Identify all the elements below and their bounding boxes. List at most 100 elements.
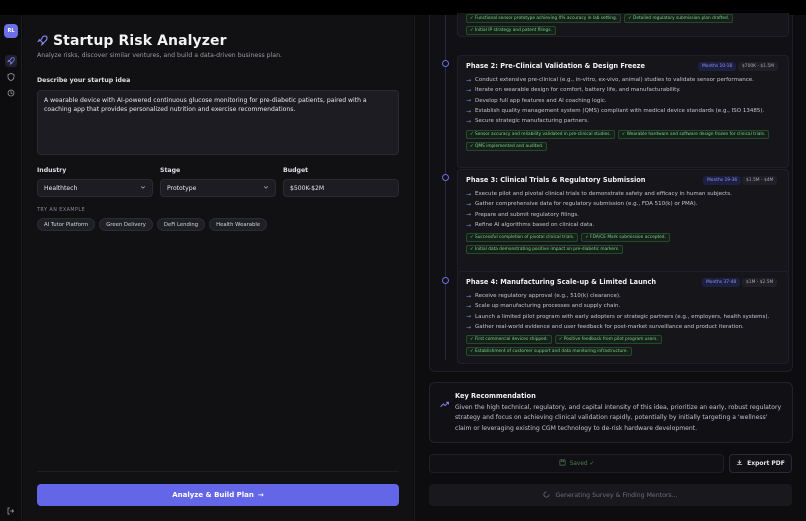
roadmap-timeline: ✓ Functional sensor prototype achieving … — [429, 13, 793, 372]
analyze-button[interactable]: Analyze & Build Plan → — [37, 484, 399, 506]
milestone-badge: ✓ Successful completion of pivotal clini… — [466, 233, 579, 242]
avatar[interactable]: RL — [4, 24, 18, 38]
arrow-right-icon: → — [466, 97, 472, 105]
action-item: → Launch a limited pilot program with ear… — [466, 312, 769, 322]
example-chip[interactable]: AI Tutor Platform — [37, 218, 96, 231]
action-text: Gather real-world evidence and user feed… — [475, 324, 744, 331]
action-list: → Execute pilot and pivotal clinical tria… — [466, 189, 732, 230]
action-text: Prepare and submit regulatory filings. — [475, 211, 579, 218]
chevron-down-icon — [263, 184, 269, 192]
phase-card: Phase 3: Clinical Trials & Regulatory Su… — [457, 169, 789, 275]
rocket-icon — [37, 31, 48, 50]
timeline-dot — [442, 277, 449, 284]
stage-value: Prototype — [167, 184, 197, 192]
action-item: → Conduct extensive pre-clinical (e.g., i… — [466, 75, 764, 85]
industry-value: Healthtech — [44, 184, 78, 192]
milestone-list: ✓ Successful completion of pivotal clini… — [466, 233, 782, 254]
action-list: → Receive regulatory approval (e.g., 510(… — [466, 291, 769, 332]
industry-label: Industry — [37, 167, 67, 174]
milestone-badge: ✓ First commercial devices shipped. — [466, 335, 552, 344]
months-badge: Months 37-48 — [702, 278, 741, 287]
sidebar-rail: RL — [0, 15, 22, 521]
arrow-right-icon: → — [466, 190, 472, 198]
analyze-label: Analyze & Build Plan — [172, 491, 254, 499]
budget-input[interactable]: $500K-$2M — [283, 179, 399, 197]
milestone-badge: ✓ Sensor accuracy and reliability valida… — [466, 130, 615, 139]
arrow-right-icon: → — [466, 86, 472, 94]
action-text: Refine AI algorithms based on clinical d… — [475, 222, 595, 229]
example-chip[interactable]: Health Wearable — [209, 218, 268, 231]
idea-label: Describe your startup idea — [37, 77, 131, 84]
stage-select[interactable]: Prototype — [160, 179, 276, 197]
milestone-badge: ✓ Functional sensor prototype achieving … — [466, 14, 622, 23]
phase-title: Phase 2: Pre-Clinical Validation & Desig… — [466, 62, 645, 70]
milestone-list: ✓ Functional sensor prototype achieving … — [466, 14, 782, 35]
idea-textarea[interactable]: A wearable device with AI-powered contin… — [37, 90, 399, 155]
arrow-right-icon: → — [466, 117, 472, 125]
save-icon — [559, 459, 566, 468]
milestone-badge: ✓ Initial IP strategy and patent filings… — [466, 26, 556, 35]
action-text: Establish quality management system (QMS… — [475, 108, 765, 115]
logout-icon[interactable] — [5, 505, 17, 517]
arrow-right-icon: → — [466, 323, 472, 331]
action-item: → Scale up manufacturing processes and su… — [466, 301, 769, 311]
budget-badge: $700K - $1.5M — [738, 62, 778, 71]
shield-icon[interactable] — [5, 71, 17, 83]
action-text: Iterate on wearable design for comfort, … — [475, 87, 681, 94]
phase-card: Phase 4: Manufacturing Scale-up & Limite… — [457, 271, 789, 364]
action-item: → Execute pilot and pivotal clinical tria… — [466, 189, 732, 199]
budget-badge: $1M - $2.5M — [742, 278, 778, 287]
milestone-badge: ✓ FDA/CE Mark submission accepted. — [581, 233, 670, 242]
recommendation-text: Given the high technical, regulatory, an… — [455, 404, 782, 432]
export-label: Export PDF — [747, 460, 785, 467]
arrow-right-icon: → — [466, 76, 472, 84]
action-text: Develop full app features and AI coachin… — [475, 97, 607, 104]
milestone-list: ✓ Sensor accuracy and reliability valida… — [466, 130, 782, 151]
action-item: → Prepare and submit regulatory filings. — [466, 210, 732, 220]
action-text: Conduct extensive pre-clinical (e.g., in… — [475, 77, 754, 84]
arrow-right-icon: → — [466, 211, 472, 219]
spinner-icon — [543, 490, 550, 500]
arrow-right-icon: → — [466, 200, 472, 208]
rocket-icon[interactable] — [5, 55, 17, 67]
phase-title: Phase 4: Manufacturing Scale-up & Limite… — [466, 278, 657, 286]
export-pdf-button[interactable]: Export PDF — [729, 454, 792, 473]
action-item: → Gather real-world evidence and user fee… — [466, 322, 769, 332]
action-text: Secure strategic manufacturing partners. — [475, 118, 589, 125]
action-item: → Iterate on wearable design for comfort,… — [466, 85, 764, 95]
action-item: → Develop full app features and AI coachi… — [466, 96, 764, 106]
arrow-right-icon: → — [466, 302, 472, 310]
budget-label: Budget — [283, 167, 309, 174]
industry-select[interactable]: Healthtech — [37, 179, 153, 197]
action-item: → Secure strategic manufacturing partners… — [466, 116, 764, 126]
chevron-down-icon — [140, 184, 146, 192]
saved-status-button[interactable]: Saved ✓ — [429, 454, 724, 473]
months-badge: Months 10-18 — [698, 62, 737, 71]
analyzer-form-panel: Startup Risk Analyzer Analyze risks, dis… — [23, 15, 413, 521]
examples-label: TRY AN EXAMPLE — [37, 208, 86, 213]
page-title: Startup Risk Analyzer — [53, 32, 227, 49]
phase-title: Phase 3: Clinical Trials & Regulatory Su… — [466, 176, 646, 184]
action-text: Receive regulatory approval (e.g., 510(k… — [475, 293, 621, 300]
action-item: → Receive regulatory approval (e.g., 510(… — [466, 291, 769, 301]
milestone-badge: ✓ Positive feedback from pilot program u… — [554, 335, 662, 344]
generating-button[interactable]: Generating Survey & Finding Mentors... — [429, 484, 792, 506]
action-text: Launch a limited pilot program with earl… — [475, 313, 770, 320]
divider — [37, 471, 399, 472]
arrow-right-icon: → — [466, 292, 472, 300]
generating-label: Generating Survey & Finding Mentors... — [555, 491, 678, 499]
action-text: Gather comprehensive data for regulatory… — [475, 201, 698, 208]
key-recommendation-card: Key Recommendation Given the high techni… — [429, 382, 793, 443]
action-item: → Gather comprehensive data for regulator… — [466, 199, 732, 209]
example-chip[interactable]: DeFi Lending — [156, 218, 206, 231]
action-text: Execute pilot and pivotal clinical trial… — [475, 191, 732, 198]
milestone-badge: ✓ Detailed regulatory submission plan dr… — [624, 14, 734, 23]
example-chips: AI Tutor Platform Green Delivery DeFi Le… — [37, 218, 268, 231]
milestone-badge: ✓ Wearable hardware and software design … — [617, 130, 770, 139]
example-chip[interactable]: Green Delivery — [99, 218, 153, 231]
arrow-right-icon: → — [466, 221, 472, 229]
title-row: Startup Risk Analyzer — [37, 31, 227, 50]
action-item: → Establish quality management system (QM… — [466, 106, 764, 116]
months-badge: Months 19-36 — [703, 176, 742, 185]
history-icon[interactable] — [5, 87, 17, 99]
